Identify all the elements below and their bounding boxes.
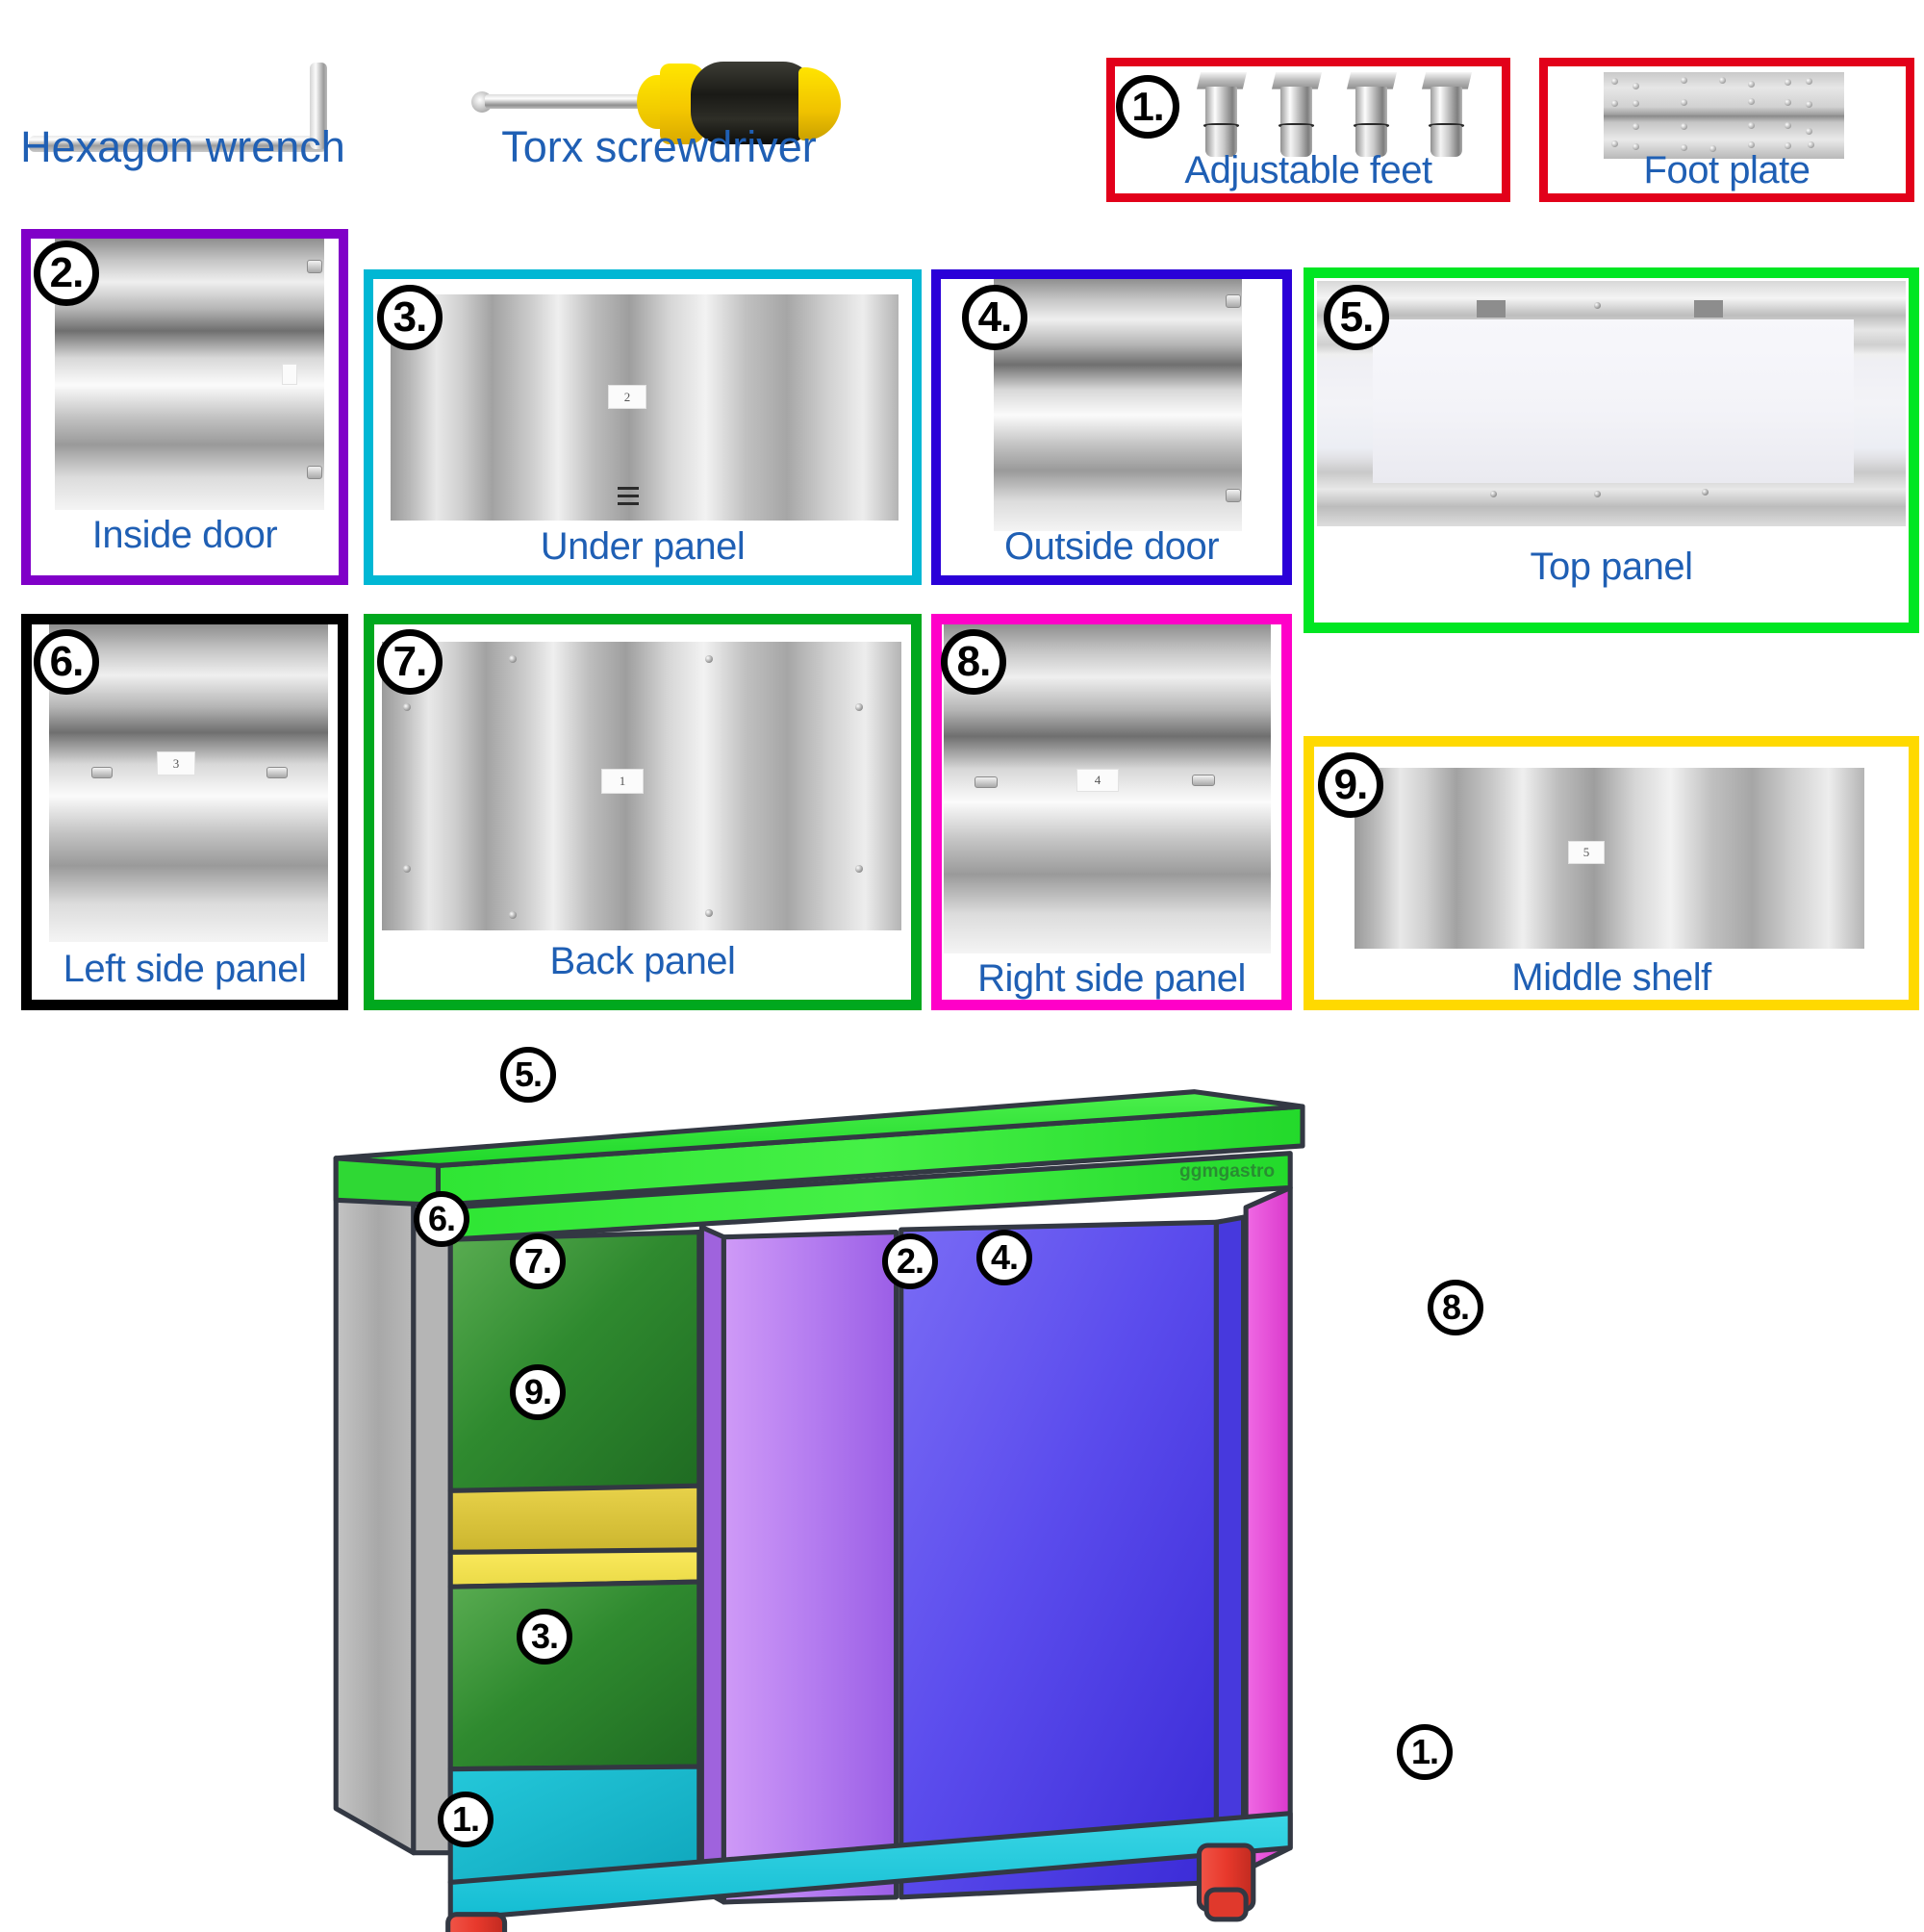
part-label-left-side-panel: Left side panel	[63, 948, 307, 990]
part-number-7: 7.	[392, 638, 428, 685]
part-number-5: 5.	[1339, 293, 1375, 341]
part-card-middle-shelf: 5 Middle shelf	[1304, 736, 1919, 1010]
left-side-panel-3d-inner	[411, 1197, 453, 1856]
adjustable-foot-3d-left	[445, 1912, 508, 1932]
part-number-badge-1: 1.	[1116, 75, 1179, 139]
assembly-parts-sheet: Hexagon wrench Torx screwdriver Adjustab…	[0, 0, 1924, 1932]
part-label-inside-door: Inside door	[91, 514, 278, 556]
inside-door-tag	[282, 364, 297, 385]
left-side-panel-3d	[333, 1156, 417, 1856]
middle-shelf-surface	[1354, 768, 1864, 949]
callout-badge-left-side-panel: 6.	[414, 1191, 469, 1247]
part-label-under-panel: Under panel	[540, 525, 746, 568]
foot-plate-metal	[1604, 72, 1844, 159]
part-number-badge-3: 3.	[377, 285, 443, 350]
part-label-back-panel: Back panel	[549, 940, 736, 982]
part-card-foot-plate: Foot plate	[1539, 58, 1914, 202]
part-card-back-panel: 1 Back panel	[364, 614, 922, 1010]
part-label-outside-door: Outside door	[1003, 525, 1220, 568]
part-label-middle-shelf: Middle shelf	[1511, 956, 1711, 999]
outside-door-hinge-bottom	[1226, 489, 1241, 502]
back-panel-3d-upper	[447, 1230, 702, 1493]
middle-shelf-photo: 5	[1354, 768, 1864, 949]
part-number-1: 1.	[1131, 84, 1164, 129]
part-label-right-side-panel: Right side panel	[977, 957, 1246, 1000]
brand-mark: ggmgastro	[1179, 1161, 1275, 1182]
callout-badge-top-panel: 5.	[500, 1047, 556, 1103]
outside-door-photo	[994, 279, 1242, 531]
adjustable-foot-3	[1347, 72, 1397, 157]
foot-plate-photo	[1604, 72, 1844, 159]
left-panel-stud-right	[266, 767, 288, 778]
middle-shelf-tag: 5	[1568, 841, 1605, 864]
part-number-3: 3.	[392, 293, 428, 341]
left-panel-stud-left	[91, 767, 113, 778]
part-number-badge-6: 6.	[34, 629, 99, 695]
outside-door-hinge-top	[1226, 294, 1241, 308]
inside-door-3d	[698, 1224, 726, 1905]
adjustable-foot-2	[1272, 72, 1322, 157]
callout-badge-under-panel: 3.	[517, 1609, 572, 1665]
part-label-top-panel: Top panel	[1530, 546, 1693, 588]
inside-door-hinge-top	[307, 260, 322, 273]
part-number-2: 2.	[49, 249, 85, 296]
part-number-8: 8.	[956, 638, 992, 685]
right-panel-stud-left	[975, 776, 998, 788]
inside-door-3d-face	[721, 1230, 899, 1905]
outside-door-3d	[899, 1219, 1219, 1900]
outside-door-surface	[994, 279, 1242, 531]
part-number-4: 4.	[977, 293, 1013, 341]
right-side-panel-3d	[1243, 1184, 1293, 1873]
callout-badge-middle-shelf: 9.	[510, 1364, 566, 1420]
top-panel-photo	[1317, 281, 1906, 526]
back-panel-photo: 1	[382, 642, 901, 930]
right-panel-stud-right	[1192, 775, 1215, 786]
part-number-badge-8: 8.	[941, 629, 1006, 695]
back-panel-3d-lower	[447, 1579, 702, 1772]
callout-badge-inside-door: 2.	[882, 1233, 938, 1289]
part-number-badge-5: 5.	[1324, 285, 1389, 350]
part-label-foot-plate: Foot plate	[1643, 149, 1810, 191]
part-number-badge-4: 4.	[962, 285, 1027, 350]
screwdriver-shaft-icon	[485, 94, 646, 109]
callout-badge-back-panel: 7.	[510, 1233, 566, 1289]
part-number-6: 6.	[49, 638, 85, 685]
callout-badge-foot-right: 1.	[1397, 1724, 1453, 1780]
outside-door-3d-edge	[1213, 1214, 1247, 1885]
torx-screwdriver-label: Torx screwdriver	[501, 122, 817, 171]
adjustable-feet-photo	[1187, 72, 1495, 159]
under-panel-tag: 2	[608, 385, 646, 409]
part-number-badge-2: 2.	[34, 241, 99, 306]
part-number-badge-9: 9.	[1318, 752, 1383, 818]
part-card-top-panel: Top panel	[1304, 267, 1919, 633]
adjustable-foot-1	[1197, 72, 1247, 157]
callout-badge-outside-door: 4.	[976, 1230, 1032, 1285]
back-panel-tag: 1	[601, 769, 644, 794]
part-card-under-panel: 2 Under panel	[364, 269, 922, 585]
adjustable-foot-4	[1422, 72, 1472, 157]
part-number-9: 9.	[1333, 761, 1369, 808]
under-panel-photo: 2	[391, 294, 899, 521]
part-label-adjustable-feet: Adjustable feet	[1184, 149, 1432, 191]
callout-badge-foot-left: 1.	[438, 1792, 494, 1847]
callout-badge-right-side-panel: 8.	[1428, 1280, 1483, 1335]
inside-door-hinge-bottom	[307, 466, 322, 479]
middle-shelf-3d	[447, 1483, 702, 1555]
left-side-panel-tag: 3	[157, 751, 195, 775]
adjustable-foot-3d-right	[1196, 1843, 1256, 1922]
part-number-badge-7: 7.	[377, 629, 443, 695]
assembly-3d-diagram: ggmgastro	[333, 1089, 1305, 1932]
right-side-panel-tag: 4	[1076, 769, 1119, 792]
hexagon-wrench-label: Hexagon wrench	[20, 122, 345, 171]
